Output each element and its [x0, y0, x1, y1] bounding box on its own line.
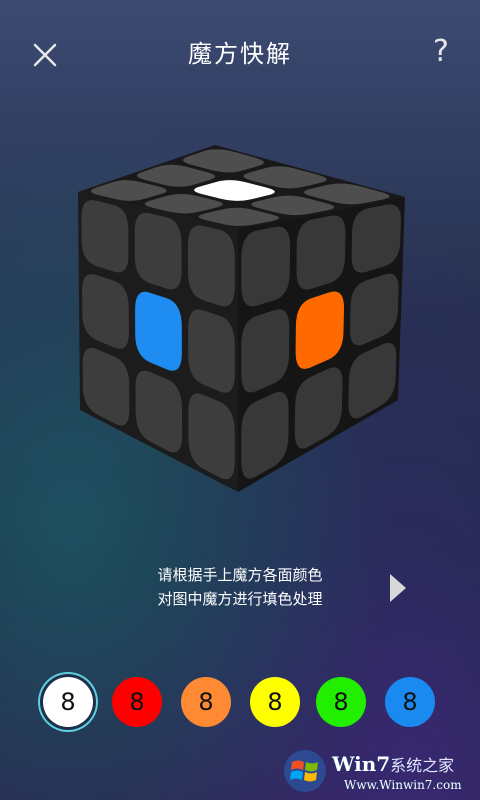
color-swatch-yellow[interactable]: 8 [250, 677, 300, 727]
instruction-line-1: 请根据手上魔方各面颜色 [157, 566, 323, 584]
cube-right-sticker[interactable] [241, 226, 291, 307]
swatch-count-label: 8 [333, 688, 349, 716]
rubiks-cube[interactable] [0, 0, 480, 520]
instruction-text: 请根据手上魔方各面颜色 对图中魔方进行填色处理 [100, 563, 380, 611]
cube-left-sticker[interactable] [134, 212, 182, 290]
swatch-count-label: 8 [402, 688, 418, 716]
swatch-count-label: 8 [129, 688, 145, 716]
swatch-count-label: 8 [198, 688, 214, 716]
watermark-brand: Win7系统之家 [332, 752, 455, 776]
swatch-count-label: 8 [60, 688, 76, 716]
swatch-count-label: 8 [267, 688, 283, 716]
watermark: Win7系统之家 Www.Winwin7.com [282, 744, 478, 798]
chevron-right-icon [390, 574, 406, 602]
color-swatch-white[interactable]: 8 [43, 677, 93, 727]
next-button[interactable] [386, 572, 410, 604]
color-palette: 8 8 8 8 8 8 [0, 672, 480, 732]
color-swatch-green[interactable]: 8 [316, 677, 366, 727]
windows-logo-icon [284, 750, 326, 792]
color-swatch-blue[interactable]: 8 [385, 677, 435, 727]
cube-left-sticker[interactable] [187, 225, 235, 307]
instruction-line-2: 对图中魔方进行填色处理 [157, 590, 323, 608]
watermark-url: Www.Winwin7.com [344, 778, 462, 792]
color-swatch-red[interactable]: 8 [112, 677, 162, 727]
color-swatch-orange[interactable]: 8 [181, 677, 231, 727]
